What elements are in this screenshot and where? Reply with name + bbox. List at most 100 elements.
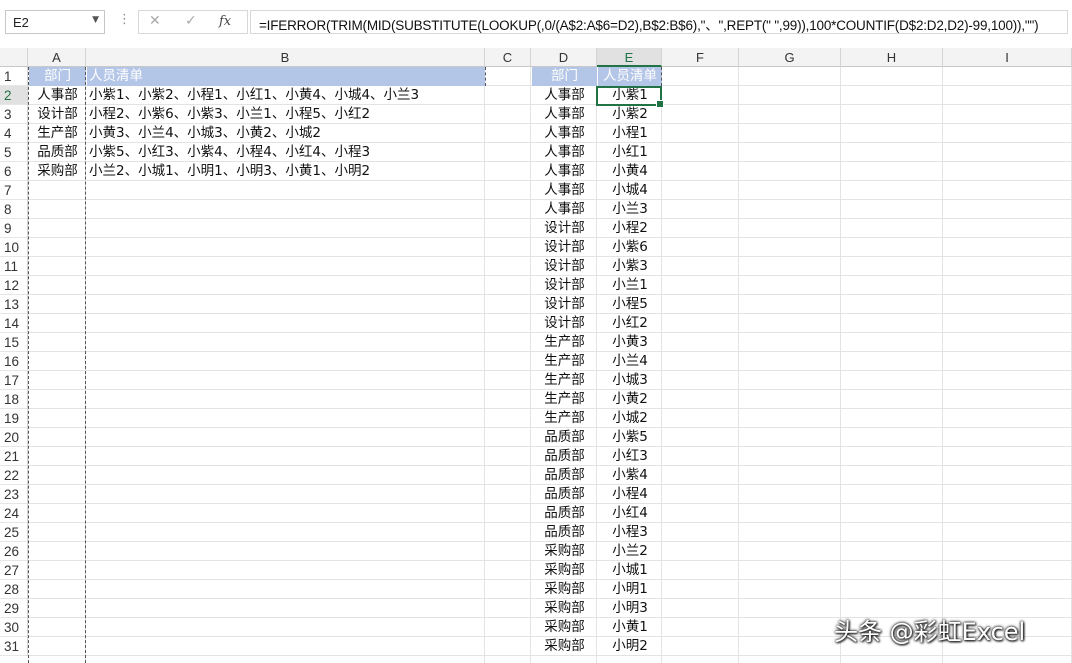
row-header-29[interactable]: 29 — [0, 599, 28, 618]
result-name-cell[interactable]: 小红4 — [598, 504, 662, 523]
column-header-b[interactable]: B — [86, 48, 485, 67]
source-list-cell[interactable]: 小紫1、小紫2、小程1、小红1、小黄4、小城4、小兰3 — [87, 86, 485, 105]
result-dept-cell[interactable]: 生产部 — [532, 390, 597, 409]
enter-icon[interactable]: ✓ — [185, 13, 197, 29]
result-name-cell[interactable]: 小明3 — [598, 599, 662, 618]
result-name-cell[interactable]: 小程2 — [598, 219, 662, 238]
cell-d1-header[interactable]: 部门 — [532, 67, 597, 86]
row-header-4[interactable]: 4 — [0, 124, 28, 143]
select-all-corner[interactable] — [0, 48, 28, 67]
result-name-cell[interactable]: 小红3 — [598, 447, 662, 466]
result-name-cell[interactable]: 小兰3 — [598, 200, 662, 219]
row-header-15[interactable]: 15 — [0, 333, 28, 352]
formula-input[interactable]: =IFERROR(TRIM(MID(SUBSTITUTE(LOOKUP(,0/(… — [250, 10, 1068, 34]
chevron-down-icon[interactable]: ▼ — [92, 15, 99, 25]
result-name-cell[interactable]: 小城4 — [598, 181, 662, 200]
result-dept-cell[interactable]: 设计部 — [532, 257, 597, 276]
result-name-cell[interactable]: 小红2 — [598, 314, 662, 333]
result-dept-cell[interactable]: 采购部 — [532, 580, 597, 599]
source-dept-cell[interactable]: 采购部 — [29, 162, 86, 181]
row-header-23[interactable]: 23 — [0, 485, 28, 504]
column-header-i[interactable]: I — [943, 48, 1072, 67]
result-dept-cell[interactable]: 品质部 — [532, 428, 597, 447]
result-name-cell[interactable]: 小程5 — [598, 295, 662, 314]
result-name-cell[interactable]: 小兰1 — [598, 276, 662, 295]
result-name-cell[interactable]: 小紫5 — [598, 428, 662, 447]
result-dept-cell[interactable]: 人事部 — [532, 105, 597, 124]
result-dept-cell[interactable]: 生产部 — [532, 352, 597, 371]
result-dept-cell[interactable]: 人事部 — [532, 200, 597, 219]
worksheet-grid[interactable]: ABCDEFGHI 1 2 3 4 5 6 7 8 9 10 11 12 13 14 15 16 17 18 19 2… — [0, 48, 1072, 663]
result-dept-cell[interactable]: 采购部 — [532, 542, 597, 561]
source-dept-cell[interactable]: 生产部 — [29, 124, 86, 143]
row-header-8[interactable]: 8 — [0, 200, 28, 219]
result-name-cell[interactable]: 小紫6 — [598, 238, 662, 257]
row-header-21[interactable]: 21 — [0, 447, 28, 466]
row-header-24[interactable]: 24 — [0, 504, 28, 523]
result-dept-cell[interactable]: 设计部 — [532, 314, 597, 333]
row-header-16[interactable]: 16 — [0, 352, 28, 371]
result-dept-cell[interactable]: 采购部 — [532, 637, 597, 656]
row-header-22[interactable]: 22 — [0, 466, 28, 485]
result-name-cell[interactable]: 小紫4 — [598, 466, 662, 485]
row-header-14[interactable]: 14 — [0, 314, 28, 333]
source-list-cell[interactable]: 小黄3、小兰4、小城3、小黄2、小城2 — [87, 124, 485, 143]
result-dept-cell[interactable]: 人事部 — [532, 162, 597, 181]
result-dept-cell[interactable]: 生产部 — [532, 371, 597, 390]
result-name-cell[interactable]: 小黄4 — [598, 162, 662, 181]
source-list-cell[interactable]: 小紫5、小红3、小紫4、小程4、小红4、小程3 — [87, 143, 485, 162]
result-dept-cell[interactable]: 品质部 — [532, 447, 597, 466]
row-header-25[interactable]: 25 — [0, 523, 28, 542]
row-header-26[interactable]: 26 — [0, 542, 28, 561]
result-dept-cell[interactable]: 生产部 — [532, 409, 597, 428]
row-header-2[interactable]: 2 — [0, 86, 28, 105]
row-header-19[interactable]: 19 — [0, 409, 28, 428]
column-header-h[interactable]: H — [841, 48, 943, 67]
result-dept-cell[interactable]: 品质部 — [532, 466, 597, 485]
row-header-11[interactable]: 11 — [0, 257, 28, 276]
result-dept-cell[interactable]: 品质部 — [532, 485, 597, 504]
row-header-13[interactable]: 13 — [0, 295, 28, 314]
cancel-icon[interactable]: ✕ — [149, 13, 161, 29]
row-header-12[interactable]: 12 — [0, 276, 28, 295]
result-dept-cell[interactable]: 采购部 — [532, 599, 597, 618]
column-header-g[interactable]: G — [739, 48, 841, 67]
result-name-cell[interactable]: 小程4 — [598, 485, 662, 504]
row-header-7[interactable]: 7 — [0, 181, 28, 200]
result-name-cell[interactable]: 小程3 — [598, 523, 662, 542]
column-header-d[interactable]: D — [531, 48, 597, 67]
result-dept-cell[interactable]: 品质部 — [532, 523, 597, 542]
source-dept-cell[interactable]: 设计部 — [29, 105, 86, 124]
active-cell-e2[interactable] — [596, 86, 664, 108]
row-header-30[interactable]: 30 — [0, 618, 28, 637]
result-name-cell[interactable]: 小明2 — [598, 637, 662, 656]
cell-b1-header[interactable]: 人员清单 — [87, 67, 485, 86]
column-header-a[interactable]: A — [28, 48, 86, 67]
row-header-1[interactable]: 1 — [0, 67, 28, 86]
cell-e1-header[interactable]: 人员清单 — [598, 67, 662, 86]
result-name-cell[interactable]: 小明1 — [598, 580, 662, 599]
result-name-cell[interactable]: 小兰4 — [598, 352, 662, 371]
result-dept-cell[interactable]: 品质部 — [532, 504, 597, 523]
result-name-cell[interactable]: 小紫2 — [598, 105, 662, 124]
result-name-cell[interactable]: 小城3 — [598, 371, 662, 390]
result-dept-cell[interactable]: 人事部 — [532, 143, 597, 162]
result-name-cell[interactable]: 小黄3 — [598, 333, 662, 352]
result-name-cell[interactable]: 小黄1 — [598, 618, 662, 637]
fill-handle[interactable] — [656, 100, 664, 108]
row-header-20[interactable]: 20 — [0, 428, 28, 447]
row-header-3[interactable]: 3 — [0, 105, 28, 124]
result-dept-cell[interactable]: 人事部 — [532, 181, 597, 200]
row-header-31[interactable]: 31 — [0, 637, 28, 656]
result-dept-cell[interactable]: 设计部 — [532, 238, 597, 257]
result-name-cell[interactable]: 小城2 — [598, 409, 662, 428]
row-header-5[interactable]: 5 — [0, 143, 28, 162]
column-header-e[interactable]: E — [597, 48, 662, 67]
result-dept-cell[interactable]: 设计部 — [532, 219, 597, 238]
result-name-cell[interactable]: 小黄2 — [598, 390, 662, 409]
column-header-c[interactable]: C — [485, 48, 531, 67]
row-header-6[interactable]: 6 — [0, 162, 28, 181]
row-header-9[interactable]: 9 — [0, 219, 28, 238]
row-header-18[interactable]: 18 — [0, 390, 28, 409]
result-dept-cell[interactable]: 设计部 — [532, 295, 597, 314]
